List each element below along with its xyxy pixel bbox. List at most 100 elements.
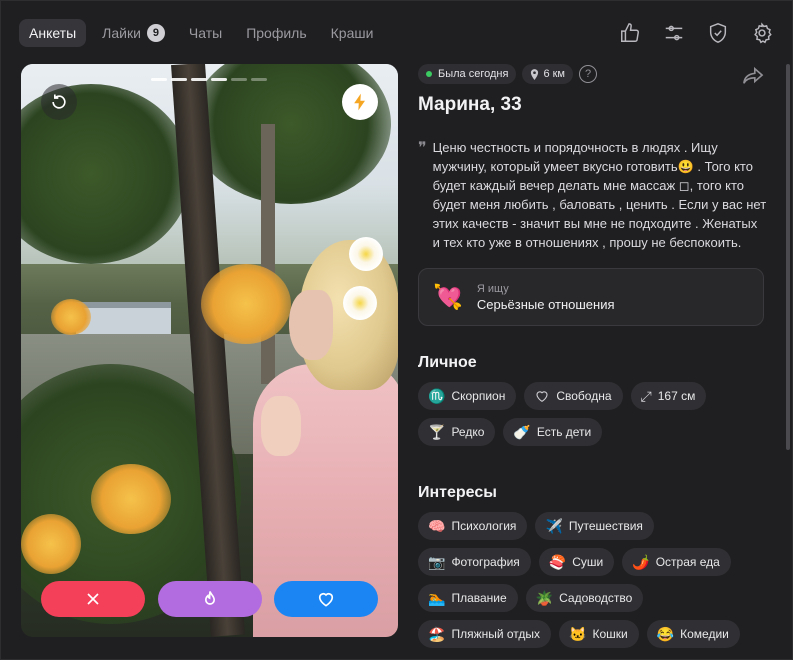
status-row: Была сегодня 6 км ? [418, 64, 768, 84]
chip-label: Острая еда [655, 555, 720, 569]
interest-chip: 🌶️ Острая еда [622, 548, 731, 576]
profile-info: Была сегодня 6 км ? Марина, 33 ❞ Ценю че… [418, 64, 768, 660]
cat-icon: 🐱 [569, 625, 587, 642]
tab-chats-label: Чаты [188, 25, 223, 41]
photo-progress [151, 78, 271, 81]
dislike-button[interactable] [41, 581, 145, 617]
app-window: Анкеты Лайки 9 Чаты Профиль Краши Была с… [0, 0, 793, 660]
airplane-icon: ✈️ [545, 517, 563, 534]
scrollbar[interactable] [786, 64, 790, 450]
interest-chip: 🏖️ Пляжный отдых [418, 620, 552, 648]
tab-profiles[interactable]: Анкеты [19, 19, 87, 47]
glass-icon: 🍸 [428, 423, 446, 440]
boost-button[interactable] [342, 84, 378, 120]
online-status: Была сегодня [418, 64, 517, 84]
sushi-icon: 🍣 [548, 553, 567, 570]
tab-likes-label: Лайки [102, 25, 141, 41]
interests-chips: 🧠 Психология ✈️ Путешествия 📷 Фотография 🍣 С… [418, 512, 768, 656]
personal-section-title: Личное [418, 354, 477, 371]
progress-segment [191, 78, 207, 81]
lightning-icon [354, 93, 365, 111]
potted-plant-icon: 🪴 [535, 589, 554, 606]
progress-segment [171, 78, 187, 81]
looking-for-label: Я ищу [476, 282, 509, 295]
photo-flowers [91, 464, 171, 534]
interest-chip: 📷 Фотография [418, 548, 531, 576]
camera-icon: 📷 [428, 553, 446, 570]
looking-for-card: 💘 Я ищу Серьёзные отношения [418, 268, 764, 326]
interest-chip: 😂 Комедии [646, 620, 740, 648]
top-icon-bar [598, 21, 774, 45]
heart-outline-icon [534, 388, 550, 404]
quote-icon: ❞ [418, 138, 427, 157]
help-icon[interactable]: ? [579, 65, 597, 83]
chip-label: Психология [451, 519, 517, 533]
flame-icon [204, 591, 215, 605]
tab-profile-label: Профиль [246, 25, 307, 41]
tab-chats[interactable]: Чаты [189, 19, 222, 47]
tab-crushes[interactable]: Краши [331, 19, 374, 47]
chip-label: Есть дети [536, 425, 592, 439]
heart-icon [318, 592, 334, 607]
bio-text: Ценю честность и порядочность в людях . … [432, 140, 767, 250]
looking-for-value: Серьёзные отношения [476, 296, 615, 312]
progress-segment [151, 78, 167, 81]
cupid-heart-icon: 💘 [433, 283, 463, 311]
chip-alcohol: 🍸 Редко [418, 418, 496, 446]
personal-chips: ♏ Скорпион Свободна ⤢ 167 см 🍸 Редко 🍼 Есть … [418, 382, 768, 454]
profile-bio: ❞ Ценю честность и порядочность в людях … [418, 138, 768, 252]
photo-flowers [201, 264, 291, 344]
interest-chip: 🐱 Кошки [559, 620, 639, 648]
chip-label: Свободна [556, 389, 612, 403]
interest-chip: 🧠 Психология [418, 512, 528, 540]
chip-height: ⤢ 167 см [630, 382, 707, 410]
chili-pepper-icon: 🌶️ [632, 553, 650, 570]
filters-icon[interactable] [662, 21, 686, 45]
profile-photo[interactable] [21, 64, 398, 637]
interest-chip: ✈️ Путешествия [535, 512, 654, 540]
interest-chip: 🍣 Суши [538, 548, 615, 576]
chip-label: Комедии [680, 627, 729, 641]
shield-icon[interactable] [706, 21, 730, 45]
close-icon [87, 593, 99, 605]
brain-icon: 🧠 [428, 517, 446, 534]
tab-likes[interactable]: Лайки 9 [102, 19, 165, 47]
chip-label: Скорпион [451, 389, 506, 403]
chip-label: 167 см [657, 389, 696, 403]
photo-flowers [21, 514, 81, 574]
baby-bottle-icon: 🍼 [513, 423, 531, 440]
chip-label: Плавание [451, 591, 507, 605]
thumbs-up-icon[interactable] [618, 21, 642, 45]
interests-section-title: Интересы [418, 484, 497, 501]
settings-icon[interactable] [750, 21, 774, 45]
scorpio-icon: ♏ [428, 387, 446, 404]
chip-relationship: Свободна [524, 382, 623, 410]
tab-profile[interactable]: Профиль [246, 19, 306, 47]
online-dot [426, 71, 432, 77]
like-button[interactable] [274, 581, 378, 617]
undo-button[interactable] [41, 84, 77, 120]
expand-arrows-icon: ⤢ [640, 387, 652, 404]
chip-label: Фотография [451, 555, 520, 569]
likes-count-badge: 9 [146, 24, 165, 42]
super-like-button[interactable] [157, 581, 262, 617]
chip-label: Кошки [592, 627, 628, 641]
undo-icon [52, 94, 66, 109]
share-icon[interactable] [742, 66, 764, 86]
progress-segment [251, 78, 267, 81]
chip-label: Садоводство [559, 591, 633, 605]
photo-face [289, 290, 333, 360]
chip-zodiac: ♏ Скорпион [418, 382, 517, 410]
photo-flowers [51, 299, 91, 335]
photo-hand [261, 396, 301, 456]
looking-for-text: Я ищу Серьёзные отношения [477, 283, 615, 312]
chip-label: Путешествия [568, 519, 643, 533]
swipe-actions [41, 581, 378, 617]
laughing-face-icon: 😂 [656, 625, 675, 642]
chip-children: 🍼 Есть дети [503, 418, 603, 446]
progress-segment [211, 78, 227, 81]
distance-label: 6 км [543, 68, 565, 80]
photo-trunk [261, 124, 275, 384]
interest-chip: 🏊 Плавание [418, 584, 518, 612]
online-status-label: Была сегодня [438, 68, 509, 80]
